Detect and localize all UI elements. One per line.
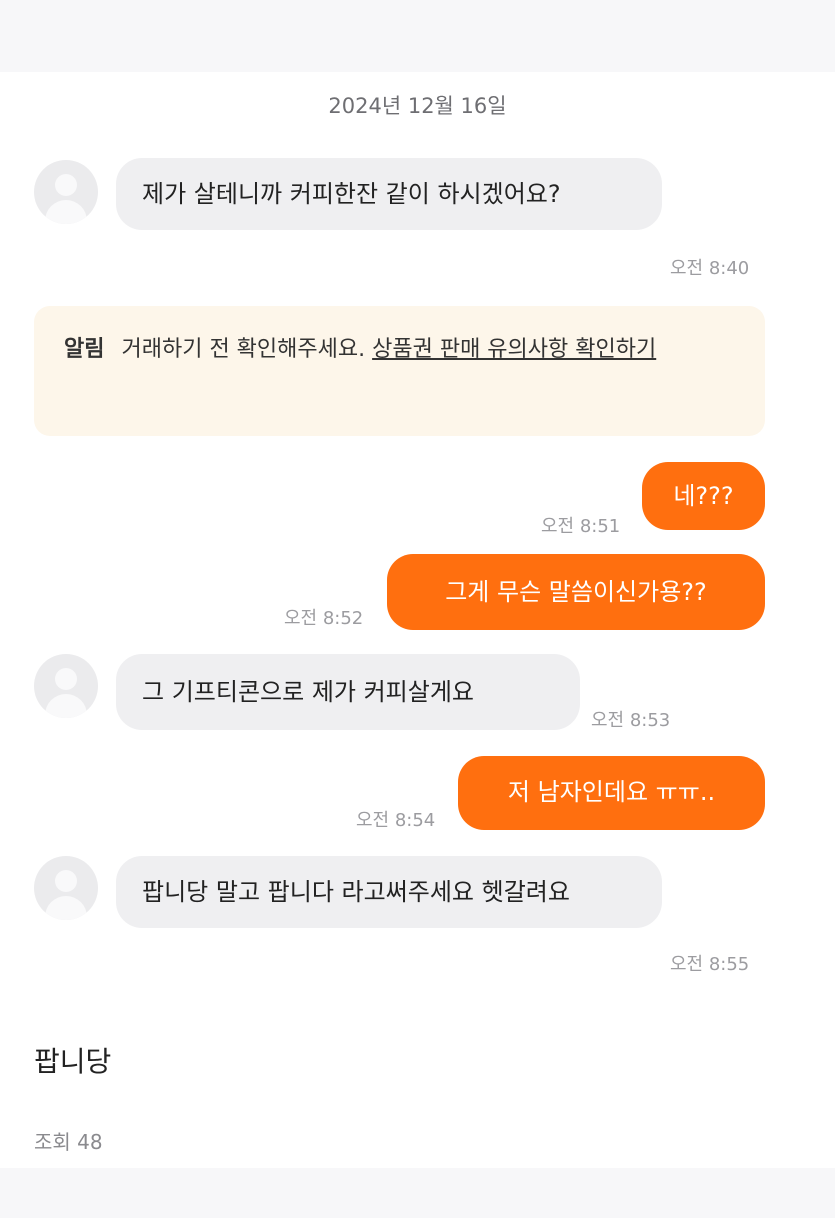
- avatar-body-shape: [45, 200, 87, 224]
- notice-banner: 알림 거래하기 전 확인해주세요. 상품권 판매 유의사항 확인하기: [34, 306, 765, 436]
- avatar[interactable]: [34, 856, 98, 920]
- message-time: 오전 8:54: [356, 810, 436, 831]
- message-bubble-received[interactable]: 제가 살테니까 커피한잔 같이 하시겠어요?: [116, 158, 662, 230]
- message-bubble-received[interactable]: 팝니당 말고 팝니다 라고써주세요 헷갈려요: [116, 856, 662, 928]
- date-divider: 2024년 12월 16일: [328, 94, 507, 118]
- message-time: 오전 8:55: [670, 954, 750, 975]
- avatar-head-shape: [55, 870, 77, 892]
- avatar-head-shape: [55, 668, 77, 690]
- message-bubble-sent[interactable]: 그게 무슨 말씀이신가용??: [387, 554, 765, 630]
- bottom-bar: [0, 1168, 835, 1218]
- message-time: 오전 8:53: [591, 710, 671, 731]
- view-count: 조회 48: [34, 1130, 103, 1154]
- avatar[interactable]: [34, 160, 98, 224]
- top-bar: [0, 0, 835, 72]
- message-bubble-sent[interactable]: 저 남자인데요 ㅠㅠ..: [458, 756, 765, 830]
- notice-label: 알림: [64, 337, 105, 362]
- notice-link[interactable]: 상품권 판매 유의사항 확인하기: [372, 337, 656, 362]
- message-bubble-sent[interactable]: 네???: [642, 462, 765, 530]
- avatar-head-shape: [55, 174, 77, 196]
- avatar[interactable]: [34, 654, 98, 718]
- message-time: 오전 8:51: [541, 516, 621, 537]
- post-title: 팝니당: [34, 1045, 112, 1078]
- message-bubble-received[interactable]: 그 기프티콘으로 제가 커피살게요: [116, 654, 580, 730]
- avatar-body-shape: [45, 694, 87, 718]
- message-time: 오전 8:52: [284, 608, 364, 629]
- notice-text: 거래하기 전 확인해주세요.: [121, 337, 366, 362]
- avatar-body-shape: [45, 896, 87, 920]
- message-time: 오전 8:40: [670, 258, 750, 279]
